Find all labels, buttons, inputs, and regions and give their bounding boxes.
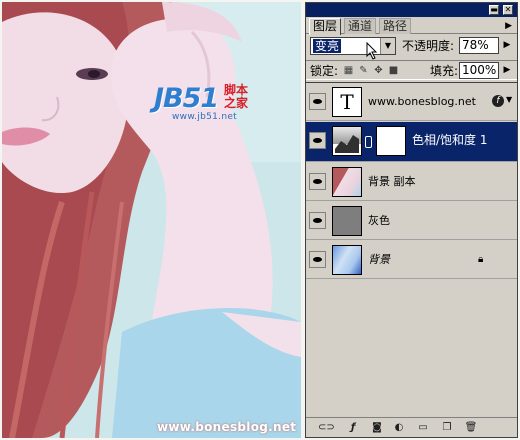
layer-name: www.bonesblog.net bbox=[368, 95, 476, 108]
tab-layers[interactable]: 图层 bbox=[309, 18, 342, 35]
mouse-cursor-icon bbox=[366, 42, 378, 60]
lock-paint-icon[interactable]: ✎ bbox=[358, 65, 369, 76]
minimize-icon[interactable]: ▬ bbox=[489, 5, 499, 15]
layer-thumb-gray bbox=[332, 206, 362, 236]
lock-icon: 🔒︎ bbox=[478, 254, 484, 265]
layer-name: 背景 bbox=[368, 253, 390, 266]
delete-layer-icon[interactable]: 🗑︎ bbox=[464, 421, 478, 435]
lock-all-icon[interactable]: ■ bbox=[388, 65, 399, 76]
tab-channels[interactable]: 通道 bbox=[344, 18, 377, 34]
visibility-eye-icon[interactable] bbox=[309, 251, 326, 268]
canvas-photo[interactable]: JB51 脚本 之家 www.jb51.net www.bonesblog.ne… bbox=[2, 2, 301, 438]
lock-move-icon[interactable]: ✥ bbox=[373, 65, 384, 76]
panel-tabs: 图层 通道 路径 ▶ bbox=[306, 17, 517, 35]
adjustment-icon bbox=[332, 126, 362, 156]
watermark-logo-cn-line2: 之家 bbox=[224, 96, 249, 110]
layer-name: 灰色 bbox=[368, 214, 390, 227]
layer-name: 色相/饱和度 1 bbox=[412, 133, 488, 147]
new-group-icon[interactable]: ▭ bbox=[416, 421, 430, 435]
tab-paths[interactable]: 路径 bbox=[379, 18, 412, 34]
link-chain-icon[interactable] bbox=[365, 136, 372, 148]
visibility-eye-icon[interactable] bbox=[309, 132, 326, 149]
layer-row-background-copy[interactable]: 背景 副本 bbox=[306, 163, 517, 201]
fill-input[interactable]: 100% bbox=[459, 62, 499, 79]
layer-thumb-background bbox=[332, 245, 362, 275]
layer-row-hue-saturation[interactable]: 色相/饱和度 1 bbox=[306, 122, 517, 162]
layer-mask-thumb[interactable] bbox=[376, 126, 406, 156]
blend-mode-select[interactable]: 变亮 ▼ bbox=[310, 37, 396, 60]
layer-name: 背景 副本 bbox=[368, 175, 416, 188]
visibility-eye-icon[interactable] bbox=[309, 212, 326, 229]
layers-panel: ▬ ✕ 图层 通道 路径 ▶ 变亮 ▼ 不透明度: 78% ▶ 锁定: ▦ ✎ bbox=[305, 2, 518, 438]
panel-titlebar[interactable]: ▬ ✕ bbox=[306, 3, 517, 17]
opacity-label: 不透明度: bbox=[402, 39, 455, 53]
opacity-arrow-icon[interactable]: ▶ bbox=[501, 37, 513, 54]
panel-menu-icon[interactable]: ▶ bbox=[505, 21, 512, 31]
visibility-eye-icon[interactable] bbox=[309, 173, 326, 190]
layer-effects-icon[interactable]: f bbox=[492, 95, 504, 107]
blend-row: 变亮 ▼ 不透明度: 78% ▶ bbox=[306, 35, 517, 60]
jb51-watermark-logo: JB51 脚本 之家 www.jb51.net bbox=[154, 84, 258, 124]
lock-label: 锁定: bbox=[310, 64, 339, 78]
expand-arrow-icon[interactable]: ▼ bbox=[506, 95, 512, 104]
close-icon[interactable]: ✕ bbox=[503, 5, 513, 15]
layers-bottom-toolbar: ⊂⊃ ƒ ◙ ◐ ▭ ❐ 🗑︎ bbox=[306, 417, 517, 437]
new-layer-icon[interactable]: ❐ bbox=[440, 421, 454, 435]
blend-mode-value: 变亮 bbox=[313, 39, 342, 53]
watermark-bottom-url: www.bonesblog.net bbox=[157, 420, 297, 434]
layer-thumb-text: T bbox=[332, 87, 362, 117]
layer-thumb-photo bbox=[332, 167, 362, 197]
app-window: JB51 脚本 之家 www.jb51.net www.bonesblog.ne… bbox=[0, 0, 520, 440]
lock-row: 锁定: ▦ ✎ ✥ ■ 填充: 100% ▶ bbox=[306, 60, 517, 80]
add-layer-style-icon[interactable]: ƒ bbox=[346, 421, 360, 435]
add-mask-icon[interactable]: ◙ bbox=[370, 421, 384, 435]
fill-label: 填充: bbox=[430, 64, 459, 78]
layer-row-text[interactable]: T www.bonesblog.net f ▼ bbox=[306, 83, 517, 121]
layers-list: T www.bonesblog.net f ▼ 色相/饱和度 1 背景 副本 灰… bbox=[306, 82, 517, 416]
opacity-input[interactable]: 78% bbox=[459, 37, 499, 54]
lock-transparency-icon[interactable]: ▦ bbox=[343, 65, 354, 76]
layer-row-background[interactable]: 背景 🔒︎ bbox=[306, 241, 517, 279]
visibility-eye-icon[interactable] bbox=[309, 93, 326, 110]
watermark-logo-url: www.jb51.net bbox=[172, 112, 238, 122]
new-adjustment-layer-icon[interactable]: ◐ bbox=[392, 421, 406, 435]
fill-arrow-icon[interactable]: ▶ bbox=[501, 62, 513, 79]
link-layers-icon[interactable]: ⊂⊃ bbox=[318, 421, 335, 435]
layer-row-gray[interactable]: 灰色 bbox=[306, 202, 517, 240]
watermark-logo-text: JB51 bbox=[154, 83, 219, 114]
portrait-illustration bbox=[2, 2, 301, 438]
chevron-down-icon[interactable]: ▼ bbox=[380, 38, 395, 54]
